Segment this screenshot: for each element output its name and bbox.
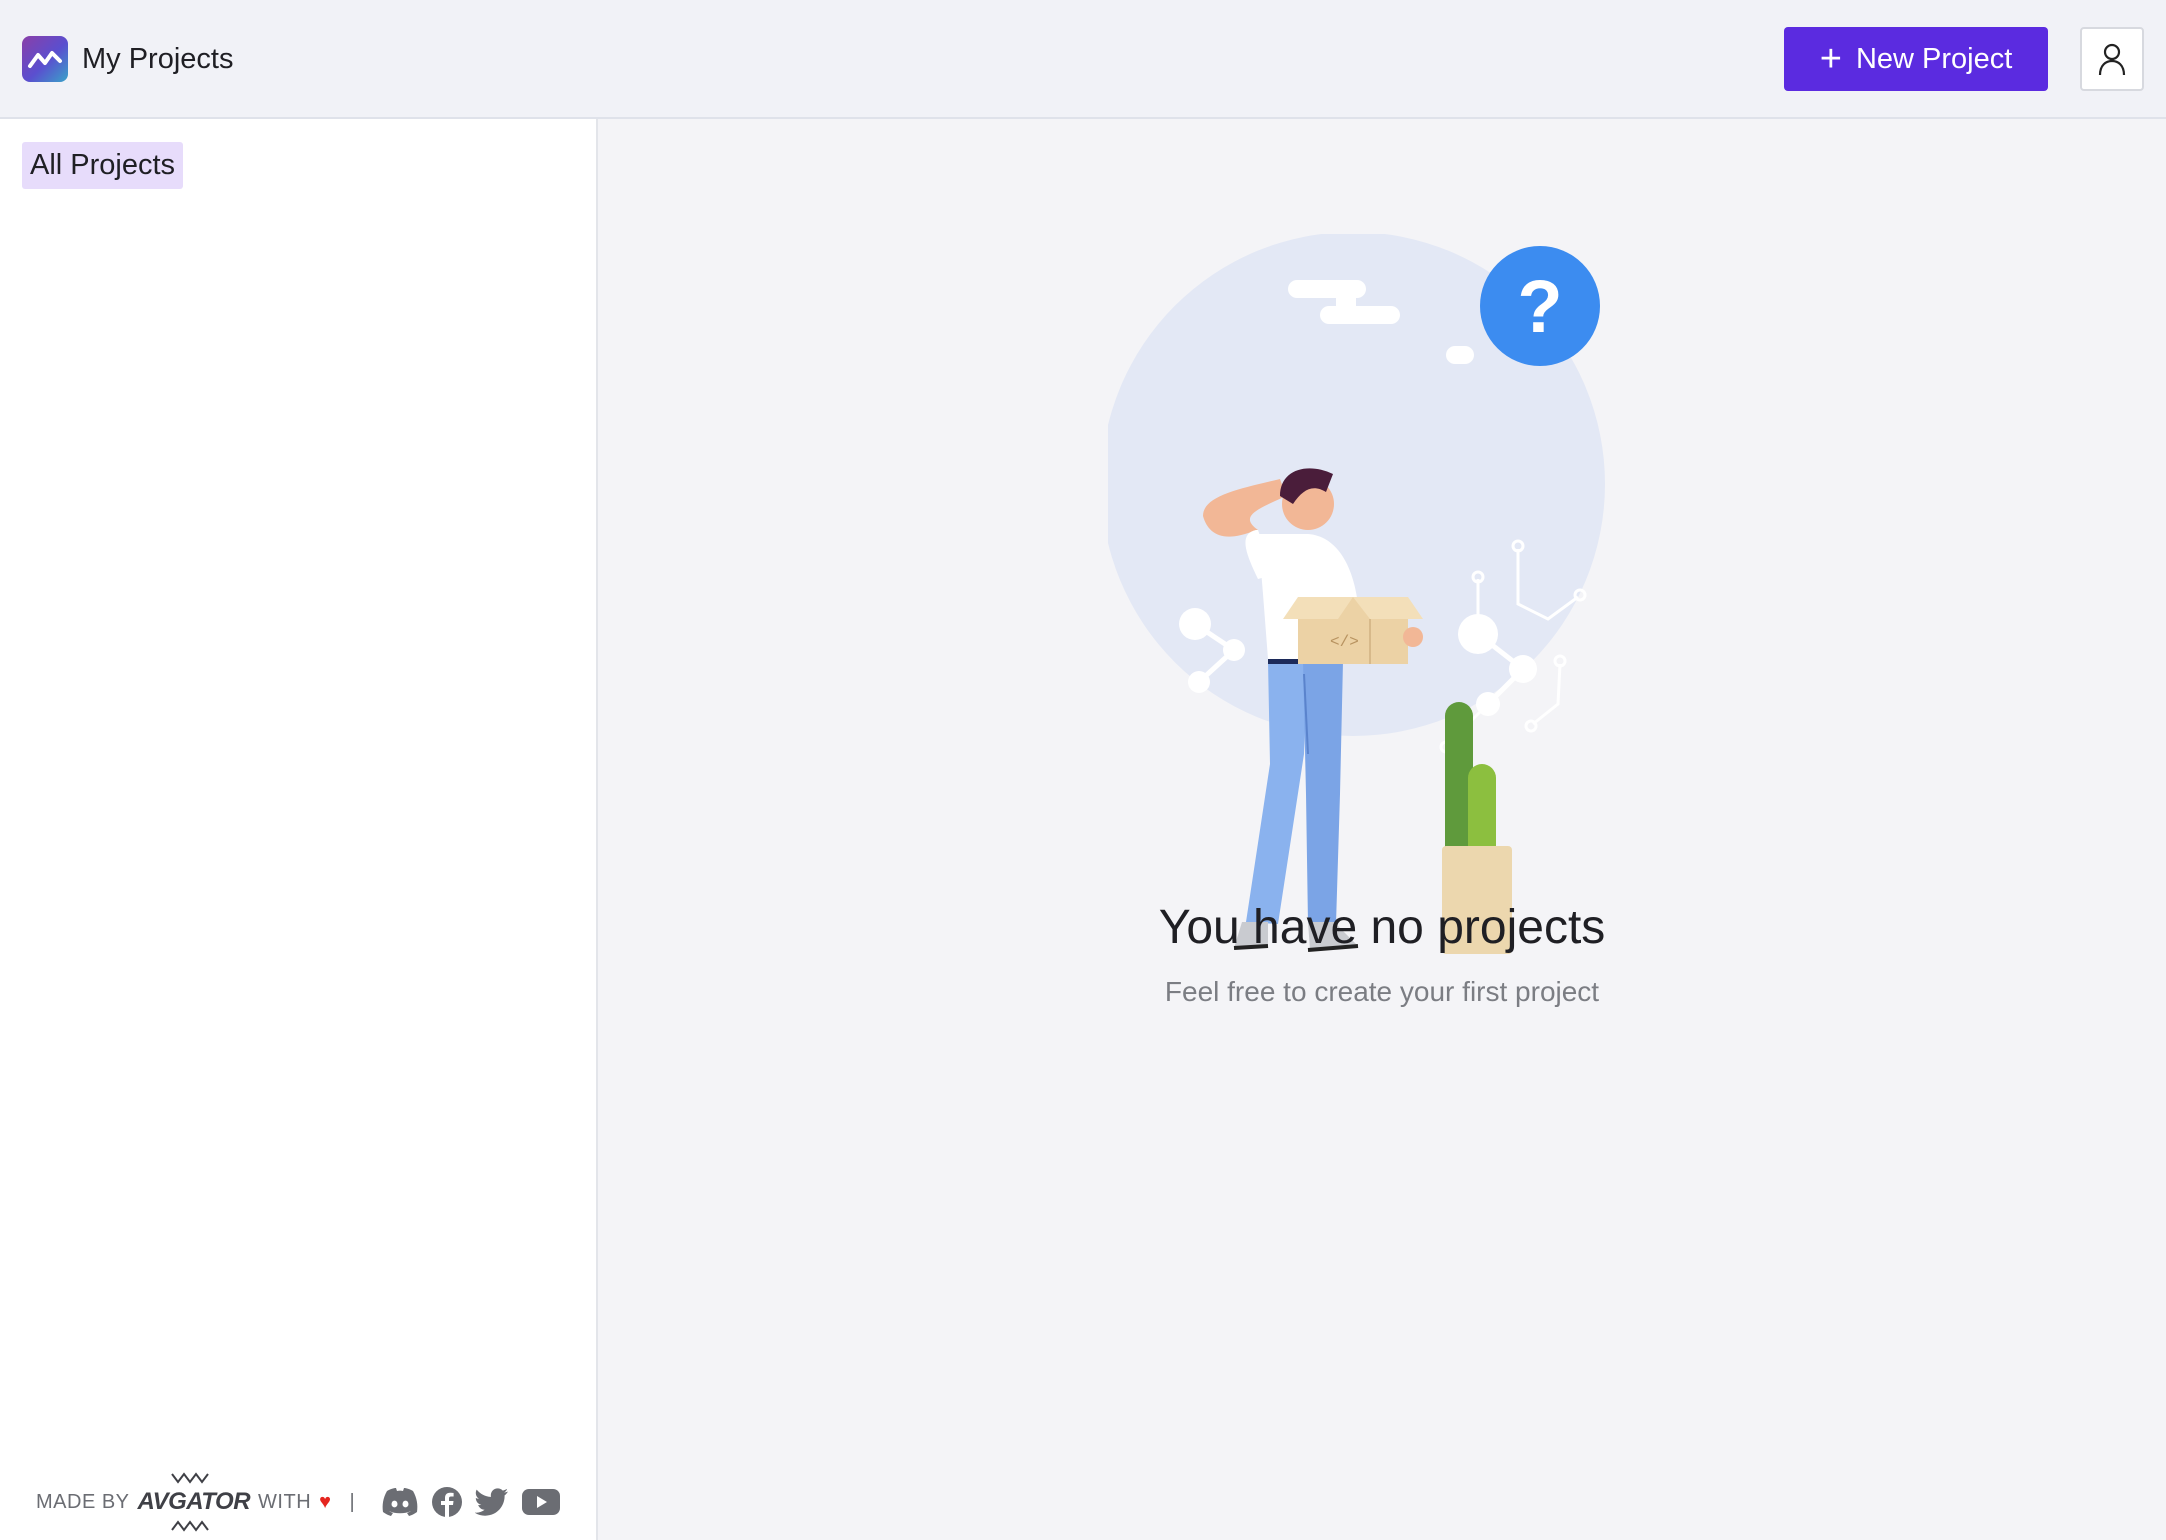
brand-logo[interactable]: AVGATOR [138,1472,251,1532]
top-header: My Projects + New Project [0,0,2166,119]
svg-text:?: ? [1517,265,1562,348]
empty-state-title: You have no projects [1158,901,1606,954]
new-project-button[interactable]: + New Project [1784,27,2048,91]
app-title: My Projects [82,43,234,75]
new-project-label: New Project [1855,42,2013,75]
facebook-icon[interactable] [431,1486,463,1518]
sidebar-item-all-projects[interactable]: All Projects [22,142,184,189]
footer-divider: | [349,1490,356,1513]
empty-state-subtitle: Feel free to create your first project [1164,976,1600,1007]
main-content: ? </> You have no projects Feel free to … [598,119,2166,1540]
discord-icon[interactable] [381,1487,419,1517]
plus-icon: + [1819,38,1842,80]
user-menu-button[interactable] [2080,27,2144,91]
user-icon [2098,43,2126,76]
sidebar: All Projects MADE BY AVGATOR WITH ♥ | [0,119,598,1540]
footer: MADE BY AVGATOR WITH ♥ | [36,1472,561,1532]
empty-state-illustration: ? </> [1108,234,1605,954]
youtube-icon[interactable] [521,1487,561,1517]
twitter-icon[interactable] [475,1488,509,1516]
social-links [381,1486,561,1518]
heart-icon: ♥ [319,1490,332,1513]
with-text: WITH [258,1490,312,1513]
made-by-text: MADE BY [36,1490,130,1513]
svg-text:</>: </> [1330,633,1359,651]
logo-icon[interactable] [22,36,68,82]
